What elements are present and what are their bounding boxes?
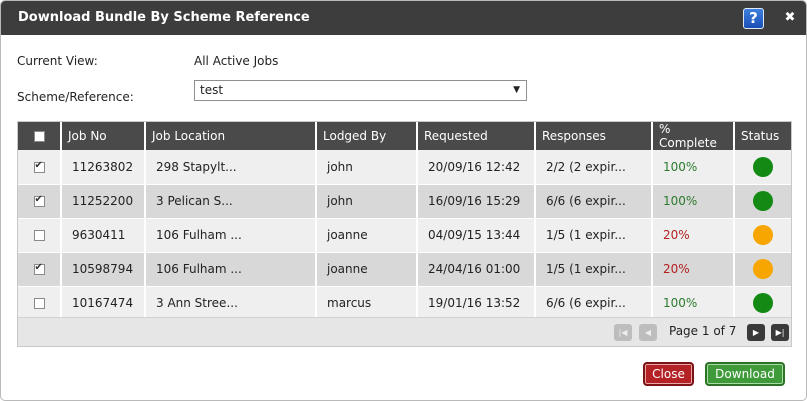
requested-cell: 24/04/16 01:00 (417, 252, 536, 287)
status-indicator-icon (753, 259, 773, 279)
complete-cell: 100% (652, 150, 735, 185)
table-row[interactable]: 11263802298 Stapylt...john20/09/16 12:42… (18, 150, 791, 185)
complete-cell: 20% (652, 252, 735, 287)
status-indicator-icon (753, 293, 773, 313)
requested-cell: 04/09/15 13:44 (417, 218, 536, 253)
row-select-cell (18, 252, 62, 287)
jobs-grid: Job No Job Location Lodged By Requested … (17, 121, 792, 347)
row-checkbox[interactable] (33, 298, 45, 309)
scheme-reference-label: Scheme/Reference: (17, 90, 134, 104)
column-header-status[interactable]: Status (734, 122, 791, 150)
status-cell (734, 150, 791, 185)
row-select-cell (18, 184, 62, 219)
row-checkbox[interactable] (33, 194, 45, 207)
job-no-cell: 10598794 (61, 252, 146, 287)
job-no-cell: 9630411 (61, 218, 146, 253)
job-no-cell: 11252200 (61, 184, 146, 219)
requested-cell: 20/09/16 12:42 (417, 150, 536, 185)
select-all-checkbox[interactable] (33, 131, 45, 142)
column-header-lodged-by[interactable]: Lodged By (316, 122, 418, 150)
status-cell (734, 184, 791, 219)
job-location-cell: 3 Ann Stree... (145, 286, 317, 321)
table-header-row: Job No Job Location Lodged By Requested … (18, 122, 791, 150)
download-button[interactable]: Download (705, 362, 785, 386)
scheme-reference-select[interactable]: test ▼ (194, 80, 527, 101)
complete-cell: 100% (652, 286, 735, 321)
status-cell (734, 218, 791, 253)
row-checkbox[interactable] (33, 262, 45, 275)
next-page-icon[interactable]: ▶ (747, 324, 765, 341)
job-location-cell: 3 Pelican S... (145, 184, 317, 219)
dropdown-arrow-icon: ▼ (513, 85, 520, 95)
lodged-by-cell: joanne (316, 252, 418, 287)
close-icon[interactable]: ✖ (782, 10, 798, 26)
status-cell (734, 252, 791, 287)
status-indicator-icon (753, 191, 773, 211)
column-header-responses[interactable]: Responses (535, 122, 653, 150)
column-header-job-location[interactable]: Job Location (145, 122, 317, 150)
requested-cell: 16/09/16 15:29 (417, 184, 536, 219)
table-row[interactable]: 9630411 106 Fulham ... joanne 04/09/15 13:4… (18, 218, 791, 253)
lodged-by-cell: john (316, 184, 418, 219)
column-header-job-no[interactable]: Job No (61, 122, 146, 150)
last-page-icon[interactable]: ▶| (771, 324, 789, 341)
scheme-reference-value: test (200, 83, 224, 97)
responses-cell: 6/6 (6 expir... (535, 286, 653, 321)
prev-page-icon[interactable]: ◀ (639, 324, 657, 341)
responses-cell: 1/5 (1 expir... (535, 252, 653, 287)
job-no-cell: 11263802 (61, 150, 146, 185)
complete-cell: 100% (652, 184, 735, 219)
job-no-cell: 10167474 (61, 286, 146, 321)
dialog-titlebar: Download Bundle By Scheme Reference ? ✖ (1, 1, 806, 35)
row-checkbox[interactable] (33, 230, 45, 241)
row-select-cell (18, 150, 62, 185)
status-indicator-icon (753, 156, 773, 177)
lodged-by-cell: john (316, 150, 418, 185)
job-location-cell: 106 Fulham ... (145, 252, 317, 287)
column-header-requested[interactable]: Requested (417, 122, 536, 150)
lodged-by-cell: marcus (316, 286, 418, 321)
download-bundle-dialog: Download Bundle By Scheme Reference ? ✖ … (0, 0, 807, 401)
responses-cell: 6/6 (6 expir... (535, 184, 653, 219)
close-button[interactable]: Close (643, 362, 694, 386)
current-view-label: Current View: (17, 54, 98, 68)
select-all-header (18, 122, 62, 150)
job-location-cell: 106 Fulham ... (145, 218, 317, 253)
job-location-cell: 298 Stapylt... (145, 150, 317, 185)
pager-status: Page 1 of 7 (669, 324, 737, 338)
dialog-title: Download Bundle By Scheme Reference (18, 10, 310, 25)
responses-cell: 2/2 (2 expir... (535, 150, 653, 185)
help-icon[interactable]: ? (743, 8, 764, 29)
jobs-table: Job No Job Location Lodged By Requested … (18, 122, 791, 321)
status-indicator-icon (753, 225, 773, 245)
complete-cell: 20% (652, 218, 735, 253)
table-row[interactable]: 10167474 3 Ann Stree... marcus 19/01/16 13:… (18, 286, 791, 321)
requested-cell: 19/01/16 13:52 (417, 286, 536, 321)
row-select-cell (18, 218, 62, 253)
first-page-icon[interactable]: |◀ (614, 324, 632, 341)
pager: |◀ ◀ Page 1 of 7 ▶ ▶| (18, 317, 791, 346)
lodged-by-cell: joanne (316, 218, 418, 253)
column-header-complete[interactable]: % Complete (652, 122, 735, 150)
table-row[interactable]: 10598794106 Fulham ...joanne24/04/16 01:… (18, 252, 791, 287)
row-select-cell (18, 286, 62, 321)
responses-cell: 1/5 (1 expir... (535, 218, 653, 253)
current-view-value: All Active Jobs (194, 54, 279, 68)
status-cell (734, 286, 791, 321)
row-checkbox[interactable] (33, 160, 45, 173)
table-row[interactable]: 112522003 Pelican S...john16/09/16 15:29… (18, 184, 791, 219)
